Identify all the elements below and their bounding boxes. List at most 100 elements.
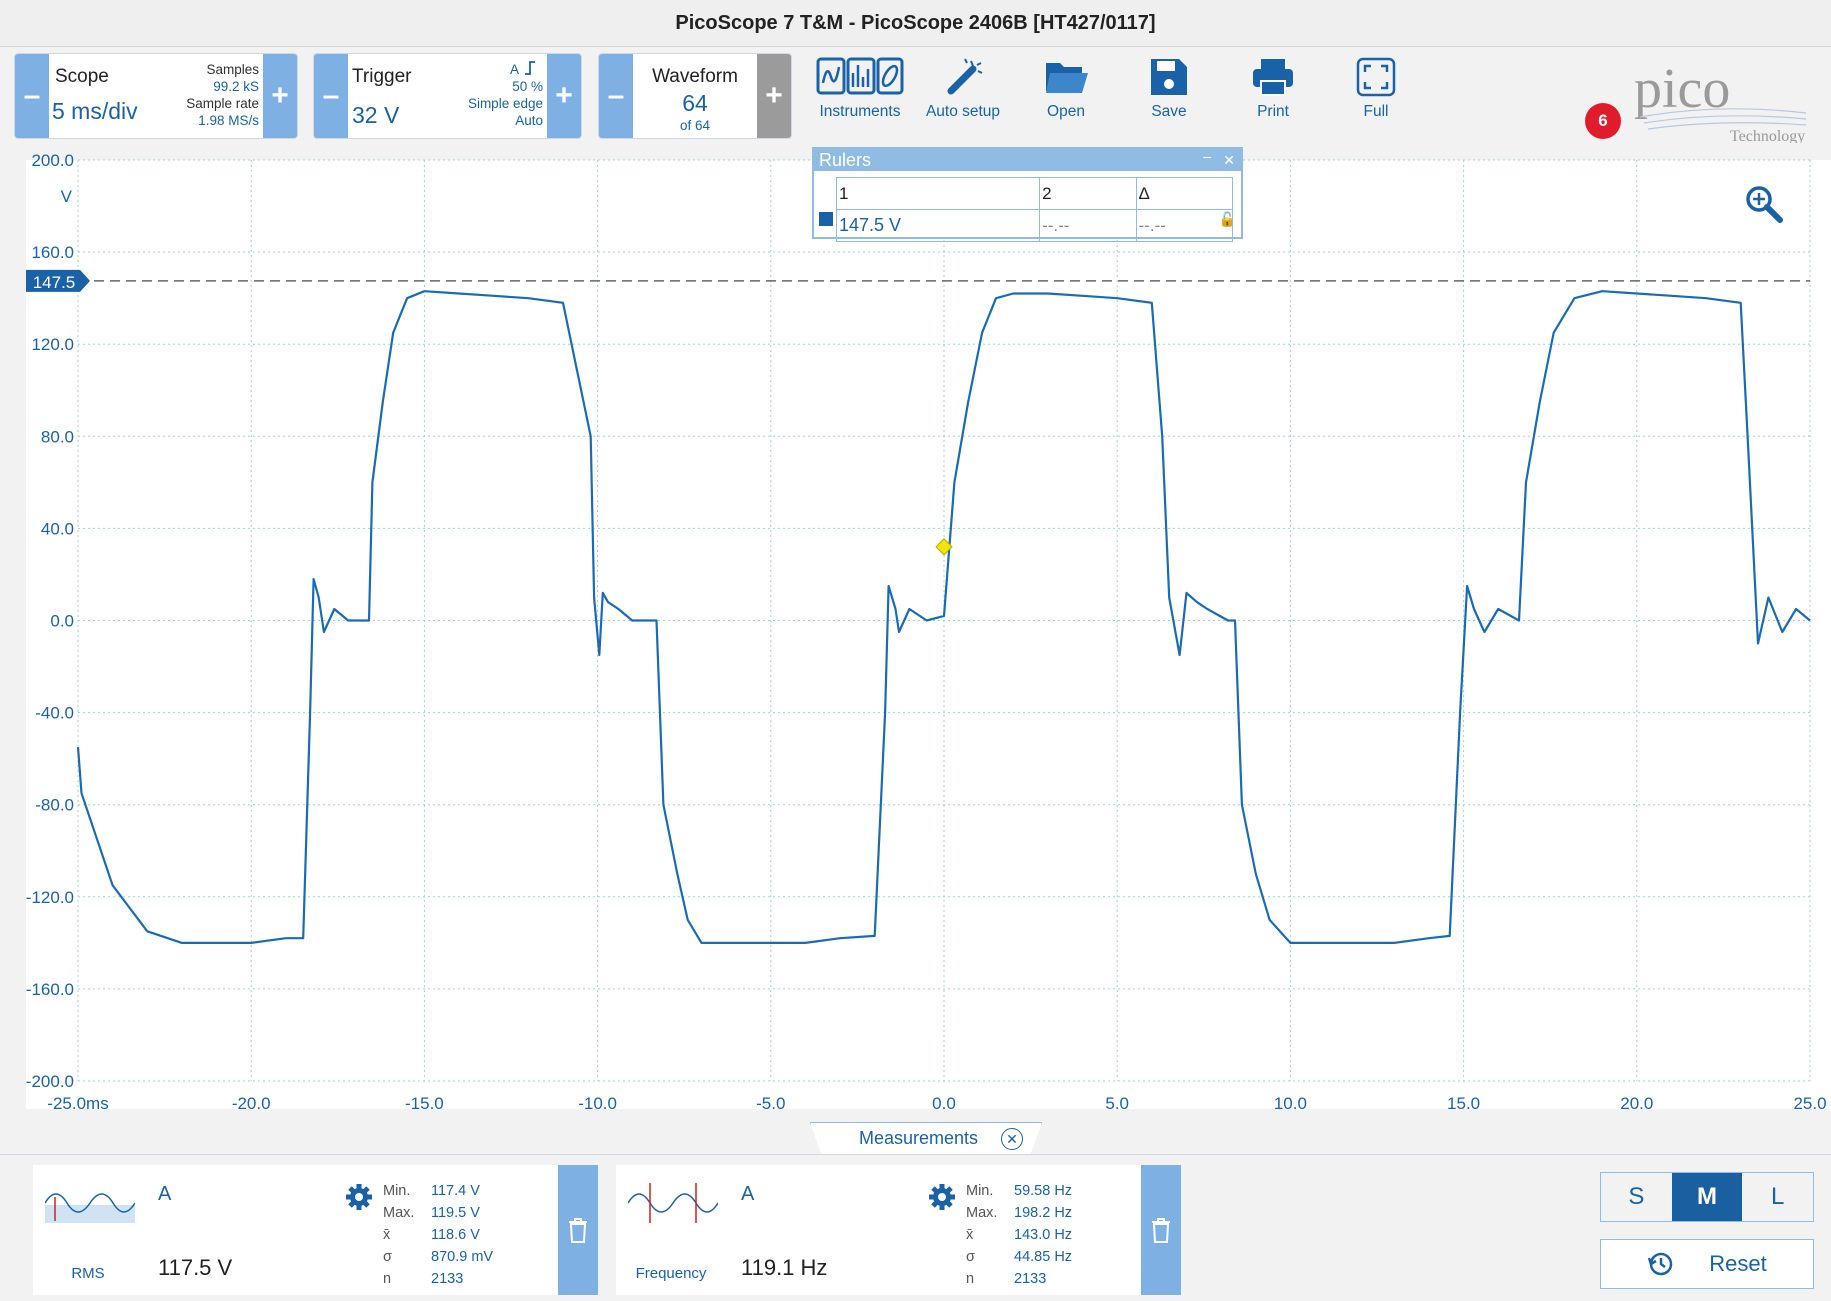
samples-label: Samples	[206, 62, 259, 77]
x-tick-label: -10.0	[578, 1094, 617, 1112]
rms-min: 117.4 V	[431, 1183, 480, 1199]
ruler-value-2[interactable]: --.--	[1039, 209, 1137, 242]
zoom-in-icon	[1746, 186, 1783, 223]
trigger-increase-button[interactable]: +	[547, 54, 581, 138]
rms-max: 119.5 V	[431, 1205, 480, 1221]
rms-mean: 118.6 V	[431, 1227, 480, 1243]
delete-rms-button[interactable]	[558, 1165, 598, 1295]
x-tick-label: 25.0	[1793, 1094, 1826, 1112]
plot-background	[26, 160, 1831, 1109]
scope-view[interactable]: -25.0ms -20.0 -15.0 -10.0 -5.0 0.0 5.0 10.0 15.0…	[0, 146, 1831, 1113]
zoom-button[interactable]	[1744, 184, 1784, 229]
trash-icon	[569, 1218, 587, 1243]
rms-value: 117.5 V	[158, 1255, 233, 1280]
trigger-channel: A	[509, 62, 519, 77]
x-tick-label: 15.0	[1447, 1094, 1480, 1112]
history-icon	[1648, 1252, 1673, 1276]
gear-icon[interactable]	[345, 1183, 373, 1211]
scope-decrease-button[interactable]: –	[15, 54, 49, 138]
rms-stats: Min. 117.4 V Max. 119.5 V x̄ 118.6 V σ 870.9…	[383, 1183, 493, 1293]
waveform-control: – Waveform 64 of 64 +	[598, 53, 792, 139]
y-tick-label: 120.0	[31, 335, 74, 354]
waveform-chart: -25.0ms -20.0 -15.0 -10.0 -5.0 0.0 5.0 10.0 15.0…	[26, 151, 1831, 1113]
trigger-decrease-button[interactable]: –	[314, 54, 348, 138]
notification-badge[interactable]: 6	[1585, 103, 1621, 139]
size-large-button[interactable]: L	[1742, 1173, 1813, 1221]
measurement-card-rms[interactable]: RMS A 117.5 V Min. 117.4 V Max. 119.5 V x̄…	[33, 1165, 598, 1295]
logo-subtext: Technology	[1730, 128, 1805, 143]
measurement-card-frequency[interactable]: Frequency A 119.1 Hz Min. 59.58 Hz Max. 19…	[616, 1165, 1181, 1295]
y-tick-label: -80.0	[35, 796, 74, 815]
reset-button[interactable]: Reset	[1600, 1239, 1814, 1289]
print-label: Print	[1257, 103, 1289, 120]
sample-rate-value: 1.98 MS/s	[198, 113, 259, 128]
frequency-icon	[628, 1183, 718, 1223]
y-tick-label: -120.0	[26, 888, 74, 907]
open-button[interactable]: Open	[1016, 53, 1116, 137]
x-tick-label: -15.0	[405, 1094, 444, 1112]
rulers-header[interactable]: Rulers – ✕	[814, 148, 1241, 171]
x-tick-label: 0.0	[932, 1094, 956, 1112]
samples-value: 99.2 kS	[213, 79, 259, 94]
frequency-label: Frequency	[635, 1265, 707, 1282]
y-tick-label: 40.0	[41, 519, 74, 538]
y-tick-label: 160.0	[31, 243, 74, 262]
print-button[interactable]: Print	[1223, 53, 1323, 137]
close-measurements-icon[interactable]: ✕	[1001, 1128, 1023, 1150]
minimize-icon[interactable]: –	[1203, 145, 1211, 167]
size-medium-button[interactable]: M	[1671, 1173, 1743, 1221]
folder-open-icon	[1046, 63, 1088, 93]
save-label: Save	[1151, 103, 1187, 120]
measurements-panel: RMS A 117.5 V Min. 117.4 V Max. 119.5 V x̄…	[0, 1154, 1831, 1301]
waveform-next-button[interactable]: +	[757, 54, 791, 138]
ruler-value-1[interactable]: 147.5 V	[835, 209, 1041, 242]
freq-max: 198.2 Hz	[1014, 1205, 1073, 1221]
scope-increase-button[interactable]: +	[263, 54, 297, 138]
gear-icon[interactable]	[928, 1183, 956, 1211]
rms-label: RMS	[71, 1265, 105, 1282]
save-button[interactable]: Save	[1119, 53, 1219, 137]
trigger-level-value[interactable]: 32 V	[352, 102, 399, 129]
x-tick-label: 20.0	[1620, 1094, 1653, 1112]
auto-setup-button[interactable]: Auto setup	[913, 53, 1013, 137]
x-tick-label: -25.0ms	[47, 1094, 108, 1112]
x-tick-label: 5.0	[1105, 1094, 1129, 1112]
x-tick-label: -20.0	[232, 1094, 271, 1112]
window-title: PicoScope 7 T&M - PicoScope 2406B [HT427…	[675, 11, 1156, 34]
delete-frequency-button[interactable]	[1141, 1165, 1181, 1295]
ruler-col-1: 1	[835, 177, 1041, 210]
y-tick-label: 0.0	[50, 612, 74, 631]
y-tick-label: -200.0	[26, 1072, 74, 1091]
scope-control: – Scope 5 ms/div Samples 99.2 kS Sample …	[14, 53, 298, 139]
trigger-label: Trigger	[352, 66, 412, 87]
size-small-button[interactable]: S	[1601, 1173, 1672, 1221]
trash-icon	[1152, 1218, 1170, 1243]
frequency-value: 119.1 Hz	[741, 1255, 828, 1280]
full-label: Full	[1363, 103, 1389, 120]
instruments-button[interactable]: Instruments	[810, 53, 910, 137]
full-screen-button[interactable]: Full	[1326, 53, 1426, 137]
auto-setup-label: Auto setup	[925, 103, 1001, 120]
trigger-type: Simple edge	[467, 96, 543, 111]
lock-icon[interactable]: 🔓	[1219, 211, 1236, 228]
rulers-title: Rulers	[819, 150, 872, 170]
measurements-tab[interactable]: Measurements ✕	[810, 1122, 1042, 1155]
save-icon	[1151, 59, 1187, 95]
trigger-control: – Trigger 32 V A 50 % Simple edge Auto +	[313, 53, 582, 139]
channel-color-swatch	[819, 212, 833, 226]
printer-icon	[1253, 59, 1293, 96]
scope-label: Scope	[55, 66, 109, 87]
frequency-channel: A	[741, 1183, 755, 1205]
timebase-value[interactable]: 5 ms/div	[52, 98, 138, 125]
freq-min: 59.58 Hz	[1014, 1183, 1073, 1199]
measurements-tab-label: Measurements	[859, 1128, 979, 1148]
toolbar: – Scope 5 ms/div Samples 99.2 kS Sample …	[0, 47, 1831, 147]
fullscreen-icon	[1356, 57, 1396, 97]
y-axis-unit: V	[61, 187, 73, 206]
rulers-table: 1 2 Δ 147.5 V --.-- --.--	[835, 177, 1234, 242]
y-tick-label: 80.0	[41, 427, 74, 446]
open-label: Open	[1047, 103, 1085, 120]
instruments-icon	[816, 57, 904, 95]
close-icon[interactable]: ✕	[1223, 149, 1235, 171]
ruler-col-2: 2	[1039, 177, 1137, 210]
